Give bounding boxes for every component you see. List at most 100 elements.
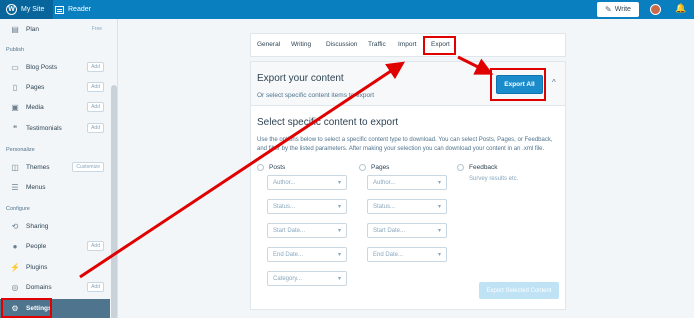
tab-export[interactable]: Export bbox=[431, 41, 450, 48]
sidebar-item-plugins[interactable]: ⚡ Plugins bbox=[0, 258, 110, 276]
select-value: Category... bbox=[273, 275, 302, 282]
select-value: End Date... bbox=[273, 251, 304, 258]
select-value: Author... bbox=[273, 179, 296, 186]
select-value: Start Date... bbox=[273, 227, 306, 234]
my-site-label: My Site bbox=[21, 6, 45, 13]
reader-button[interactable]: Reader bbox=[55, 0, 91, 19]
section-description: Use the options below to select a specif… bbox=[257, 137, 553, 152]
publish-heading: Publish bbox=[6, 47, 25, 53]
sidebar-item-label: Menus bbox=[26, 183, 46, 191]
export-selected-button[interactable]: Export Selected Content bbox=[479, 282, 559, 299]
plugin-icon: ⚡ bbox=[10, 262, 20, 272]
add-badge[interactable]: Add bbox=[87, 241, 104, 251]
sidebar-item-label: Media bbox=[26, 103, 44, 111]
configure-heading: Configure bbox=[6, 206, 30, 212]
document-icon: ▭ bbox=[11, 62, 19, 72]
sidebar-item-themes[interactable]: ◫ Themes Customize bbox=[0, 158, 110, 176]
tab-import[interactable]: Import bbox=[398, 41, 416, 48]
feedback-label: Feedback bbox=[469, 164, 498, 171]
chevron-up-icon[interactable]: ^ bbox=[552, 78, 556, 87]
personalize-heading: Personalize bbox=[6, 147, 35, 153]
sidebar-item-label: Plugins bbox=[26, 263, 48, 271]
add-badge[interactable]: Add bbox=[87, 62, 104, 72]
select-value: Author... bbox=[373, 179, 396, 186]
select-value: Status... bbox=[373, 203, 396, 210]
write-button[interactable]: ✎ Write bbox=[597, 2, 639, 17]
export-card: Export your content Or select specific c… bbox=[250, 61, 566, 310]
select-value: End Date... bbox=[373, 251, 404, 258]
chevron-down-icon: ▾ bbox=[337, 228, 341, 234]
sidebar-scrollbar[interactable] bbox=[111, 85, 117, 318]
plan-icon: ▤ bbox=[11, 24, 19, 34]
sidebar-item-label: Settings bbox=[26, 305, 52, 312]
posts-category-select[interactable]: Category... ▾ bbox=[267, 271, 347, 286]
sidebar-item-testimonials[interactable]: ❝ Testimonials Add bbox=[0, 119, 110, 137]
globe-icon: ◎ bbox=[11, 282, 19, 292]
sidebar-item-settings[interactable]: ⚙ Settings bbox=[0, 299, 110, 318]
select-value: Start Date... bbox=[373, 227, 406, 234]
add-badge[interactable]: Add bbox=[87, 82, 104, 92]
export-all-button[interactable]: Export All bbox=[496, 75, 543, 94]
radio-circle-icon bbox=[457, 164, 464, 171]
posts-end-date-select[interactable]: End Date... ▾ bbox=[267, 247, 347, 262]
media-icon: ▣ bbox=[11, 102, 19, 112]
sidebar: ▤ Plan Free Publish ▭ Blog Posts Add ▯ P… bbox=[0, 19, 118, 318]
notifications-bell-icon[interactable]: 🔔 bbox=[675, 3, 686, 14]
add-badge[interactable]: Add bbox=[87, 102, 104, 112]
posts-status-select[interactable]: Status... ▾ bbox=[267, 199, 347, 214]
tab-traffic[interactable]: Traffic bbox=[368, 41, 386, 48]
sidebar-item-pages[interactable]: ▯ Pages Add bbox=[0, 78, 110, 96]
feedback-radio[interactable]: Feedback bbox=[457, 164, 498, 171]
sidebar-item-label: Themes bbox=[26, 163, 50, 171]
chevron-down-icon: ▾ bbox=[437, 204, 441, 210]
sidebar-item-blog-posts[interactable]: ▭ Blog Posts Add bbox=[0, 58, 110, 76]
pages-status-select[interactable]: Status... ▾ bbox=[367, 199, 447, 214]
customize-badge[interactable]: Customize bbox=[72, 162, 104, 172]
posts-radio[interactable]: Posts bbox=[257, 164, 285, 171]
chevron-down-icon: ▾ bbox=[437, 252, 441, 258]
my-site-button[interactable]: W My Site bbox=[0, 0, 53, 19]
sidebar-item-plan[interactable]: ▤ Plan Free bbox=[0, 20, 110, 38]
person-icon: ● bbox=[12, 241, 18, 251]
pages-start-date-select[interactable]: Start Date... ▾ bbox=[367, 223, 447, 238]
sidebar-item-sharing[interactable]: ⟲ Sharing bbox=[0, 217, 110, 235]
pages-end-date-select[interactable]: End Date... ▾ bbox=[367, 247, 447, 262]
sidebar-item-label: Pages bbox=[26, 83, 45, 91]
chevron-down-icon: ▾ bbox=[337, 252, 341, 258]
reader-label: Reader bbox=[68, 6, 91, 13]
wordpress-logo-icon: W bbox=[6, 4, 17, 15]
settings-tabs: General Writing Discussion Traffic Impor… bbox=[250, 33, 566, 57]
pages-label: Pages bbox=[371, 164, 390, 171]
pages-author-select[interactable]: Author... ▾ bbox=[367, 175, 447, 190]
posts-author-select[interactable]: Author... ▾ bbox=[267, 175, 347, 190]
pages-icon: ▯ bbox=[12, 82, 18, 92]
tab-general[interactable]: General bbox=[257, 41, 280, 48]
sidebar-item-label: People bbox=[26, 242, 47, 250]
sidebar-item-label: Plan bbox=[26, 25, 40, 33]
radio-circle-icon bbox=[257, 164, 264, 171]
sidebar-item-menus[interactable]: ☰ Menus bbox=[0, 178, 110, 196]
export-subtitle: Or select specific content items to expo… bbox=[257, 92, 375, 99]
add-badge[interactable]: Add bbox=[87, 282, 104, 292]
sidebar-item-label: Testimonials bbox=[26, 124, 62, 132]
quote-icon: ❝ bbox=[12, 123, 18, 133]
pages-radio[interactable]: Pages bbox=[359, 164, 389, 171]
sidebar-item-label: Sharing bbox=[26, 222, 49, 230]
sidebar-item-label: Domains bbox=[26, 283, 52, 291]
chevron-down-icon: ▾ bbox=[337, 180, 341, 186]
sidebar-item-domains[interactable]: ◎ Domains Add bbox=[0, 278, 110, 296]
tab-discussion[interactable]: Discussion bbox=[326, 41, 357, 48]
sidebar-item-people[interactable]: ● People Add bbox=[0, 237, 110, 255]
chevron-down-icon: ▾ bbox=[337, 204, 341, 210]
add-badge[interactable]: Add bbox=[87, 123, 104, 133]
chevron-down-icon: ▾ bbox=[437, 228, 441, 234]
tab-writing[interactable]: Writing bbox=[291, 41, 311, 48]
posts-start-date-select[interactable]: Start Date... ▾ bbox=[267, 223, 347, 238]
export-title: Export your content bbox=[257, 73, 344, 84]
write-label: Write bbox=[614, 6, 631, 13]
section-title: Select specific content to export bbox=[257, 117, 399, 128]
feedback-subtext: Survey results etc. bbox=[469, 176, 519, 182]
plan-badge: Free bbox=[91, 26, 102, 32]
avatar[interactable] bbox=[650, 4, 661, 15]
sidebar-item-media[interactable]: ▣ Media Add bbox=[0, 98, 110, 116]
